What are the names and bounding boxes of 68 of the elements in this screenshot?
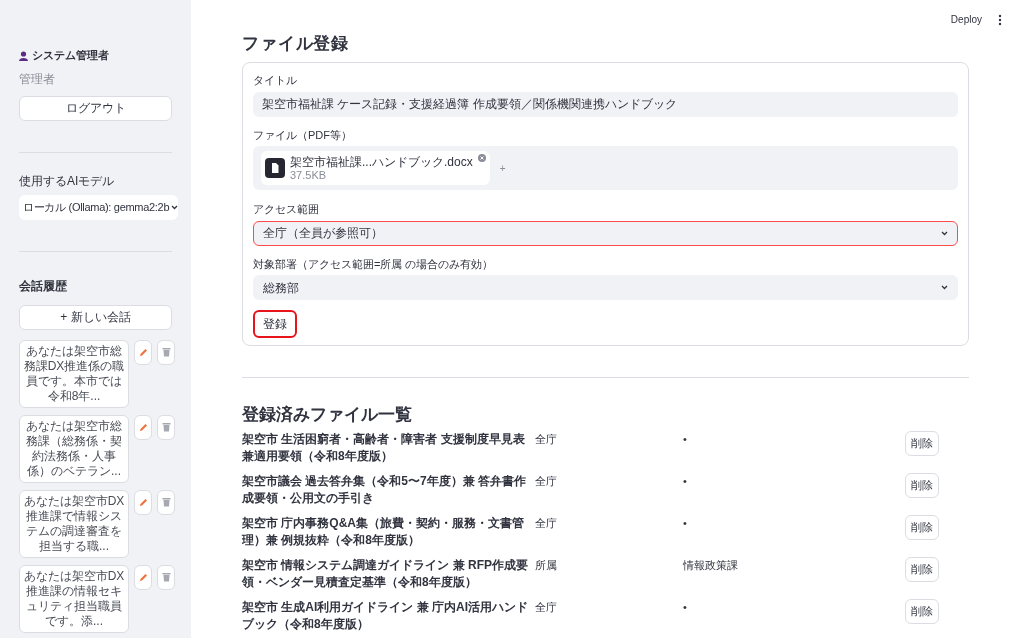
delete-button[interactable] (157, 564, 175, 590)
delete-button[interactable] (157, 414, 175, 440)
pencil-icon (138, 347, 148, 357)
history-title: 会話履歴 (19, 277, 68, 295)
model-select[interactable]: ローカル (Ollama): gemma2:2b (19, 194, 178, 220)
model-label: 使用するAIモデル (19, 172, 116, 190)
delete-button[interactable]: 削除 (905, 599, 939, 624)
edit-button[interactable] (134, 489, 152, 515)
edit-button[interactable] (134, 339, 152, 365)
conversation-item[interactable]: あなたは架空市DX推進課で情報システムの調達審査を担当する職... (19, 489, 129, 558)
select-field[interactable]: 全庁（全員が参照可） (253, 220, 958, 246)
chevron-down-icon (941, 285, 948, 290)
pencil-icon (138, 422, 148, 432)
user-icon (19, 50, 28, 61)
deploy-button[interactable]: Deploy (946, 12, 986, 27)
access-scope: 全庁 (535, 516, 558, 531)
remove-file-icon[interactable] (477, 154, 486, 162)
access-scope: 全庁 (535, 432, 558, 447)
file-title: 架空市 情報システム調達ガイドライン 兼 RFP作成要領・ベンダー見積査定基準（令和8年度版） (242, 557, 529, 591)
delete-button[interactable]: 削除 (905, 515, 939, 540)
department: 情報政策課 (683, 558, 739, 573)
title-input[interactable]: 架空市福祉課 ケース記録・支援経過簿 作成要領／関係機関連携ハンドブック (253, 91, 958, 117)
delete-button[interactable] (157, 339, 175, 365)
access-scope: 全庁 (535, 474, 558, 489)
department: • (683, 474, 688, 489)
select-field[interactable]: 総務部 (253, 275, 958, 300)
pencil-icon (138, 572, 148, 582)
edit-button[interactable] (134, 414, 152, 440)
section-heading: ファイル登録 (242, 33, 351, 55)
chevron-down-icon (171, 204, 179, 210)
user-role: 管理者 (19, 70, 56, 88)
field-label: タイトル (253, 73, 298, 88)
access-scope: 所属 (535, 558, 558, 573)
conversation-item[interactable]: あなたは架空市DX推進課の情報セキュリティ担当職員です。添... (19, 564, 129, 633)
field-label: 対象部署（アクセス範囲=所属 の場合のみ有効） (253, 256, 495, 272)
conversation-item[interactable]: あなたは架空市総務課DX推進係の職員です。本市では令和8年... (19, 339, 129, 408)
file-title: 架空市議会 過去答弁集（令和5〜7年度）兼 答弁書作成要領・公用文の手引き (242, 473, 527, 507)
file-title: 架空市 庁内事務Q&A集（旅費・契約・服務・文書管理）兼 例規抜粋（令和8年度版） (242, 515, 525, 549)
file-title: 架空市 生成AI利用ガイドライン 兼 庁内AI活用ハンドブック（令和8年度版） (242, 599, 529, 633)
chevron-down-icon (941, 230, 948, 236)
document-icon (265, 158, 285, 178)
register-button[interactable]: 登録 (253, 310, 297, 338)
access-scope: 全庁 (535, 600, 558, 615)
user-name: システム管理者 (32, 48, 109, 63)
delete-button[interactable]: 削除 (905, 473, 939, 498)
more-menu-icon[interactable] (998, 13, 1002, 26)
delete-button[interactable]: 削除 (905, 431, 939, 456)
edit-button[interactable] (134, 564, 152, 590)
section-heading: 登録済みファイル一覧 (242, 404, 413, 426)
department: • (683, 516, 688, 531)
trash-icon (161, 497, 171, 508)
file-title: 架空市 生活困窮者・高齢者・障害者 支援制度早見表兼適用要領（令和8年度版） (242, 431, 526, 465)
delete-button[interactable]: 削除 (905, 557, 939, 582)
trash-icon (161, 422, 171, 433)
department: • (683, 432, 688, 447)
field-label: アクセス範囲 (253, 202, 320, 217)
delete-button[interactable] (157, 489, 175, 515)
logout-button[interactable]: ログアウト (19, 95, 172, 121)
new-chat-button[interactable]: + 新しい会話 (19, 304, 172, 330)
department: • (683, 600, 688, 615)
trash-icon (161, 572, 171, 583)
conversation-item[interactable]: あなたは架空市総務課（総務係・契約法務係・人事係）のベテラン... (19, 414, 129, 483)
trash-icon (161, 347, 171, 358)
file-name: 架空市福祉課...ハンドブック.docx (290, 155, 473, 169)
file-size: 37.5KB (290, 169, 328, 181)
pencil-icon (138, 497, 148, 507)
file-uploader[interactable]: 架空市福祉課...ハンドブック.docx 37.5KB + (253, 146, 958, 190)
field-label: ファイル（PDF等） (253, 127, 353, 143)
